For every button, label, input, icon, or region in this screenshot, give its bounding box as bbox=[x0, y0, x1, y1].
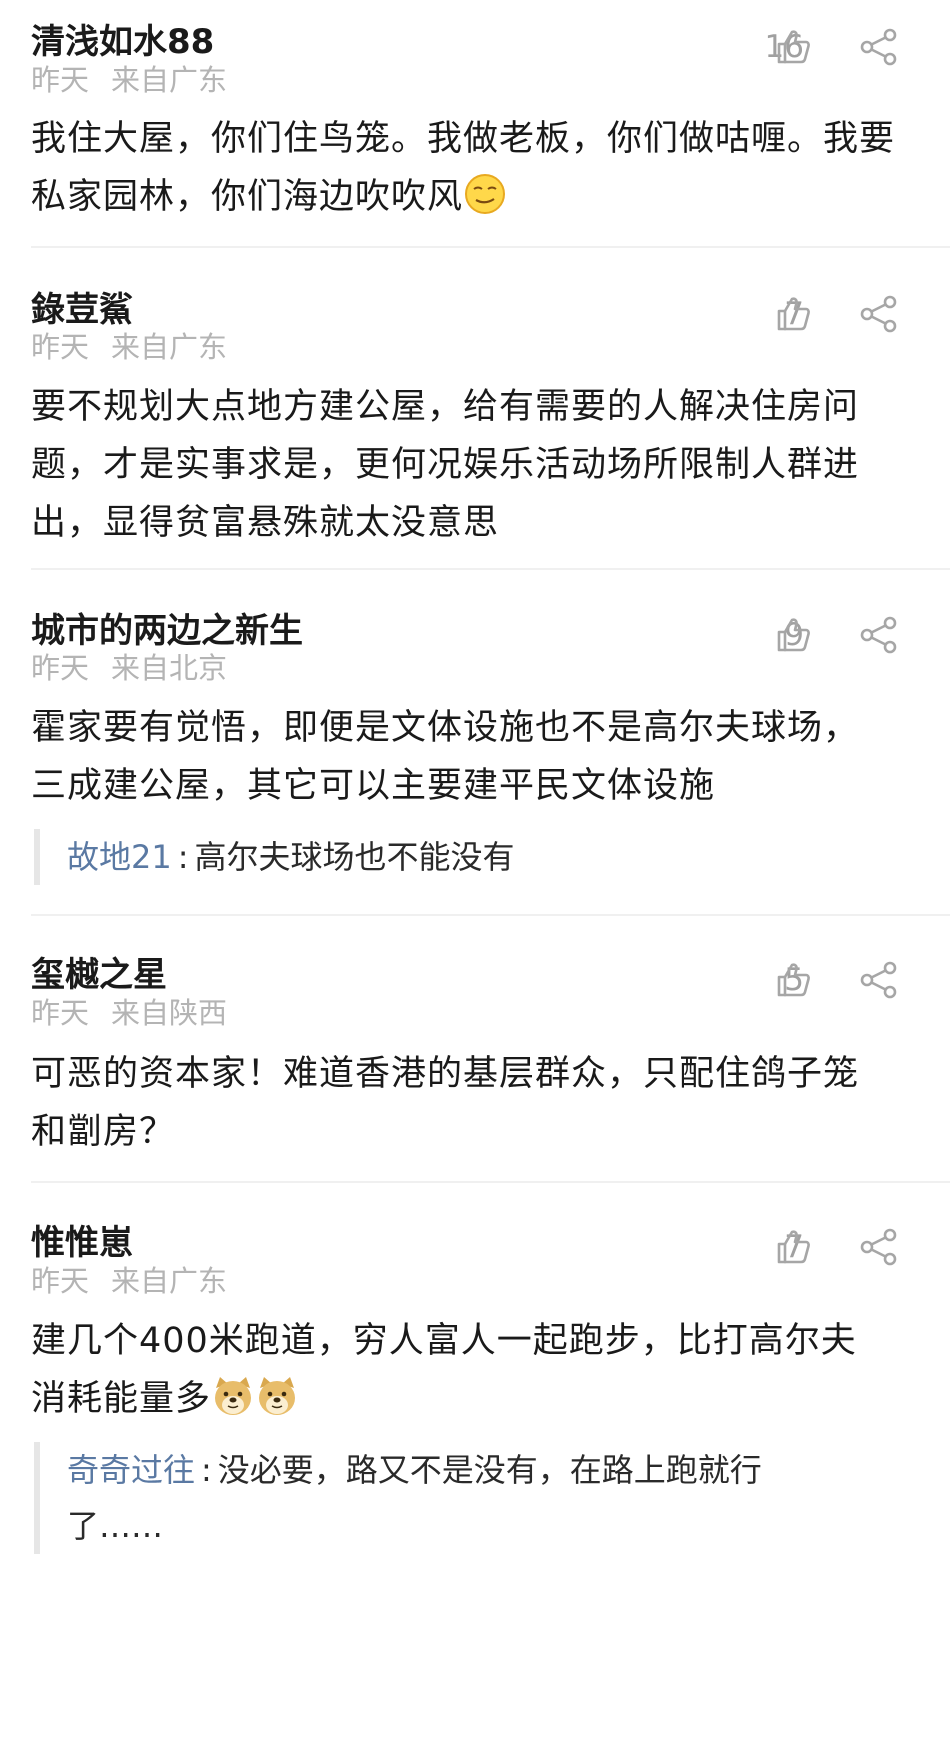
reply-separator: : bbox=[177, 838, 189, 876]
comment-location: 来自陕西 bbox=[111, 996, 228, 1030]
comment-text: 霍家要有觉悟，即便是文体设施也不是高尔夫球场， 三成建公屋，其它可以主要建平民文… bbox=[31, 699, 901, 815]
reply-text-line: 了…… bbox=[67, 1507, 164, 1545]
comment-text-line: 消耗能量多 bbox=[31, 1379, 212, 1419]
comment-text-line: 和劏房？ bbox=[31, 1112, 176, 1152]
share-icon[interactable] bbox=[858, 26, 900, 68]
thumbs-up-icon[interactable] bbox=[773, 27, 813, 67]
comment-time: 昨天 bbox=[31, 1264, 90, 1298]
doge-emoji bbox=[215, 1377, 252, 1415]
comment-username[interactable]: 玺樾之星 bbox=[31, 953, 167, 997]
reply-text: 高尔夫球场也不能没有 bbox=[194, 838, 515, 876]
reply-quote[interactable]: 奇奇过往: 没必要，路又不是没有，在路上跑就行 了…… bbox=[34, 1442, 887, 1554]
thumbs-up-icon[interactable] bbox=[773, 294, 813, 334]
comment-text-line: 出，显得贫富悬殊就太没意思 bbox=[31, 503, 500, 543]
comment-text: 要不规划大点地方建公屋，给有需要的人解决住房问 题，才是实事求是，更何况娱乐活动… bbox=[31, 378, 901, 552]
comment-meta: 昨天 来自广东 bbox=[31, 61, 227, 99]
comment-meta: 昨天 来自广东 bbox=[31, 328, 227, 366]
reply-username[interactable]: 奇奇过往 bbox=[67, 1451, 195, 1489]
comment-text-line: 霍家要有觉悟，即便是文体设施也不是高尔夫球场， bbox=[31, 708, 860, 748]
thumbs-up-icon[interactable] bbox=[773, 1227, 813, 1267]
comment-time: 昨天 bbox=[31, 330, 90, 364]
comment-username[interactable]: 城市的两边之新生 bbox=[31, 609, 303, 653]
comment-text-line: 要不规划大点地方建公屋，给有需要的人解决住房问 bbox=[31, 387, 860, 427]
comment-text: 可恶的资本家！难道香港的基层群众，只配住鸽子笼 和劏房？ bbox=[31, 1045, 901, 1161]
comment-time: 昨天 bbox=[31, 996, 90, 1030]
comment-text-line: 三成建公屋，其它可以主要建平民文体设施 bbox=[31, 766, 716, 806]
reply-username[interactable]: 故地21 bbox=[67, 838, 172, 876]
comment-location: 来自广东 bbox=[111, 330, 228, 364]
share-icon[interactable] bbox=[858, 293, 900, 335]
divider bbox=[31, 568, 950, 570]
comment-text: 我住大屋，你们住鸟笼。我做老板，你们做咕喱。我要私家园林，你们海边吹吹风 bbox=[31, 110, 901, 226]
comment-text-line-with-emoji: 消耗能量多 bbox=[31, 1370, 901, 1428]
doge-emoji bbox=[259, 1377, 296, 1415]
reply-line: 奇奇过往: 没必要，路又不是没有，在路上跑就行 bbox=[67, 1442, 887, 1498]
comment-time: 昨天 bbox=[31, 651, 90, 685]
comment-text-line: 可恶的资本家！难道香港的基层群众，只配住鸽子笼 bbox=[31, 1054, 860, 1094]
divider bbox=[31, 1181, 950, 1183]
comment-time: 昨天 bbox=[31, 63, 90, 97]
thumbs-up-icon[interactable] bbox=[773, 615, 813, 655]
comment-location: 来自广东 bbox=[111, 63, 228, 97]
comment-location: 来自北京 bbox=[111, 651, 228, 685]
share-icon[interactable] bbox=[858, 614, 900, 656]
smirk-emoji bbox=[465, 174, 506, 214]
comment-username[interactable]: 錄荳鯊 bbox=[31, 288, 133, 332]
comment-meta: 昨天 来自北京 bbox=[31, 649, 227, 687]
share-icon[interactable] bbox=[858, 959, 900, 1001]
comment-username[interactable]: 清浅如水88 bbox=[31, 20, 214, 64]
thumbs-up-icon[interactable] bbox=[773, 960, 813, 1000]
comment-meta: 昨天 来自广东 bbox=[31, 1262, 227, 1300]
comment-username[interactable]: 惟惟崽 bbox=[31, 1221, 133, 1265]
share-icon[interactable] bbox=[858, 1226, 900, 1268]
comment-text: 建几个400米跑道，穷人富人一起跑步，比打高尔夫 消耗能量多 bbox=[31, 1312, 901, 1428]
reply-quote[interactable]: 故地21: 高尔夫球场也不能没有 bbox=[34, 829, 887, 885]
comment-text-line: 建几个400米跑道，穷人富人一起跑步，比打高尔夫 bbox=[31, 1321, 857, 1361]
comment-text-line: 题，才是实事求是，更何况娱乐活动场所限制人群进 bbox=[31, 445, 860, 485]
comment-meta: 昨天 来自陕西 bbox=[31, 994, 227, 1032]
reply-separator: : bbox=[201, 1451, 212, 1489]
reply-text: 没必要，路又不是没有，在路上跑就行 bbox=[217, 1451, 762, 1489]
divider bbox=[31, 246, 950, 248]
comment-location: 来自广东 bbox=[111, 1264, 228, 1298]
divider bbox=[31, 914, 950, 916]
